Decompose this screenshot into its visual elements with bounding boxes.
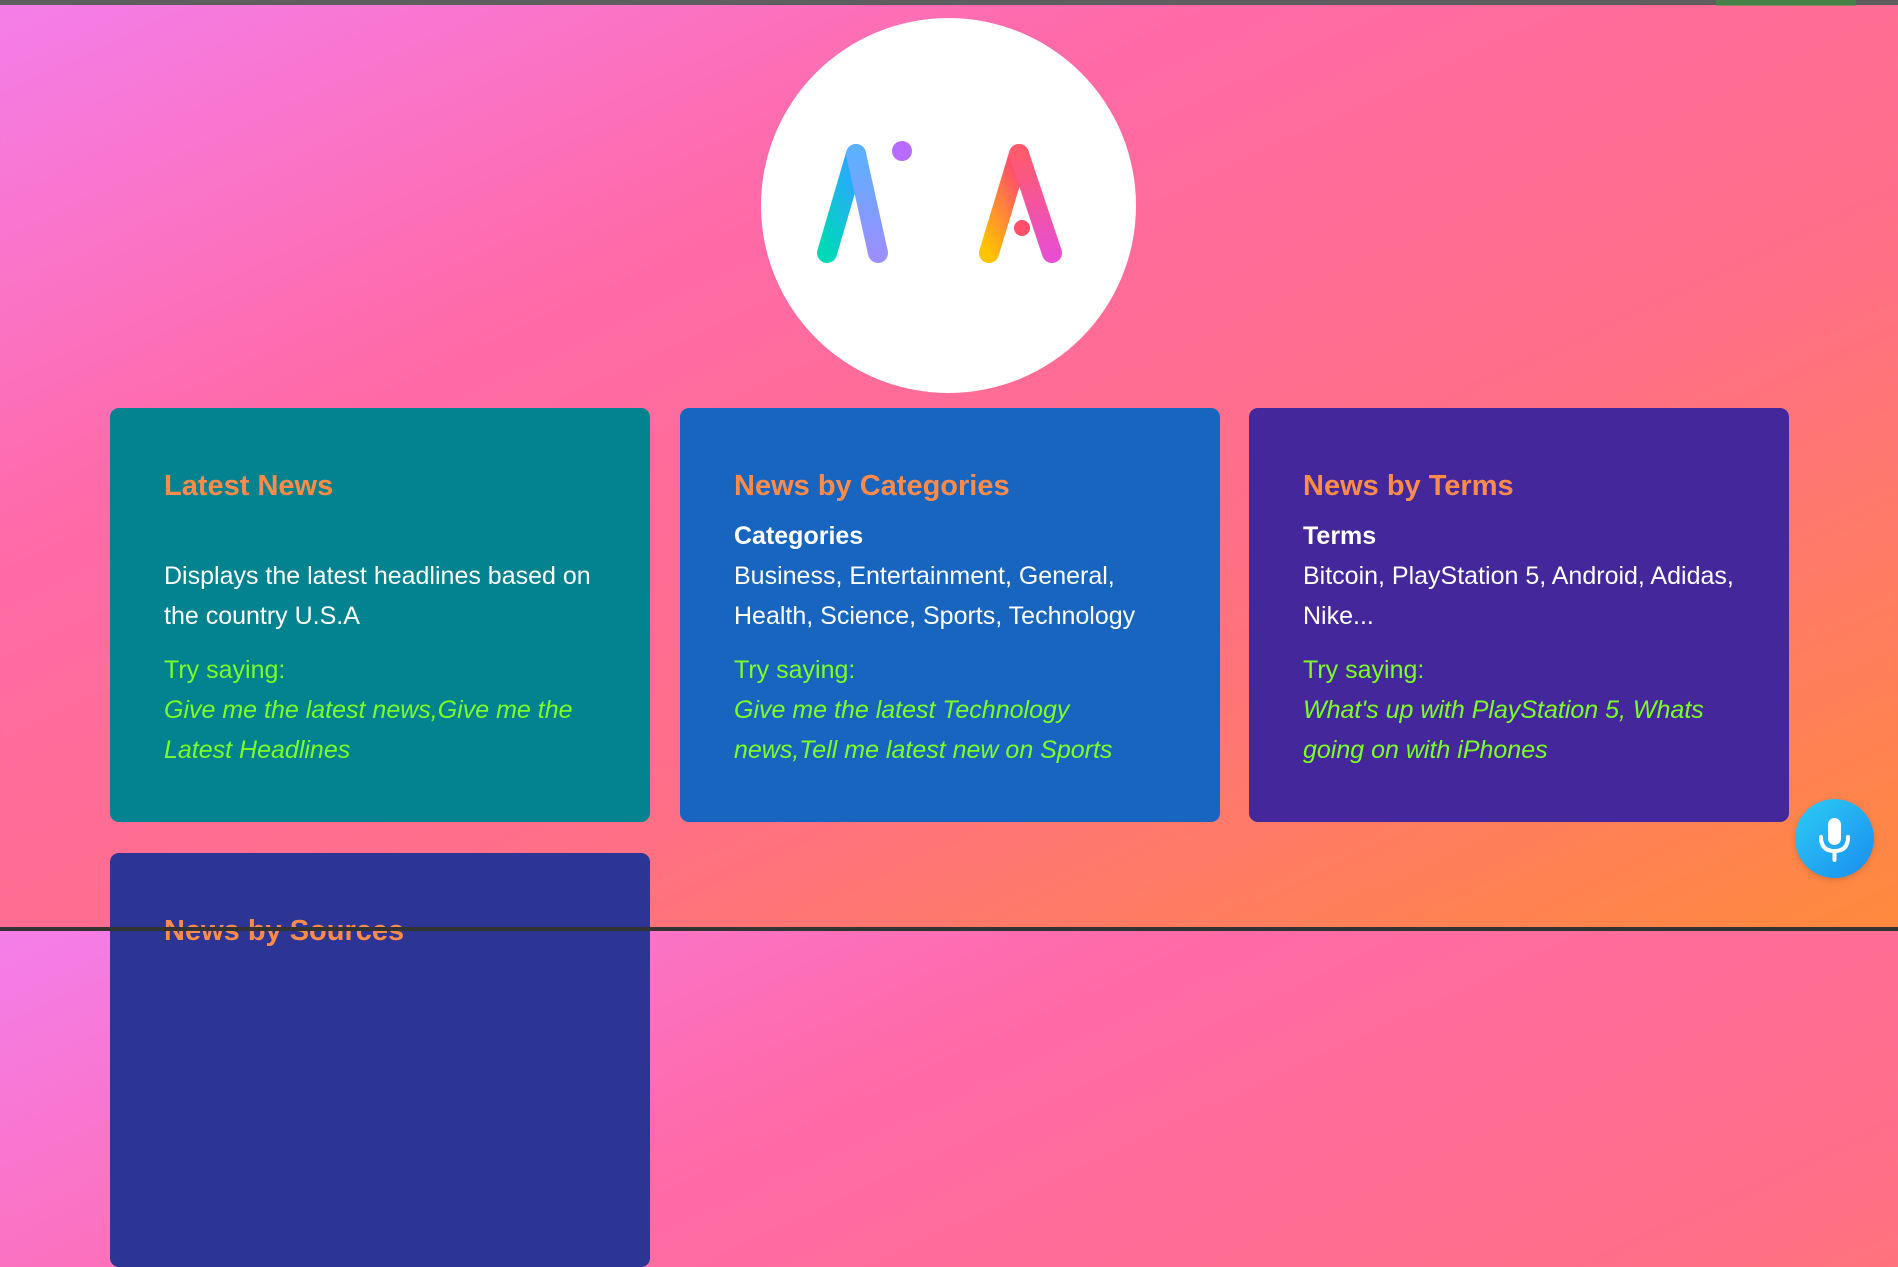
card-news-by-terms: News by Terms Terms Bitcoin, PlayStation… [1249,408,1789,822]
card-description: Displays the latest headlines based on t… [164,562,591,630]
try-saying-label: Try saying: [1303,656,1425,684]
card-description: Bitcoin, PlayStation 5, Android, Adidas,… [1303,562,1734,630]
card-subtitle [164,516,596,556]
card-title: News by Categories [734,470,1010,502]
try-saying-label: Try saying: [164,656,286,684]
try-saying-label: Try saying: [734,656,856,684]
try-saying-examples: Give me the latest Technology news,Tell … [734,696,1113,764]
card-title: News by Terms [1303,470,1514,502]
microphone-icon [1819,818,1850,862]
try-saying-examples: Give me the latest news,Give me the Late… [164,696,573,764]
voice-assistant-button[interactable] [1795,799,1874,878]
card-latest-news: Latest News Displays the latest headline… [110,408,650,822]
card-subtitle: Categories [734,522,864,550]
alan-ai-logo [761,18,1136,393]
try-saying-examples: What's up with PlayStation 5, Whats goin… [1303,696,1704,764]
window-top-border [0,0,1898,5]
window-bottom-border [0,927,1898,931]
corner-decoration [1716,0,1856,6]
card-description: Business, Entertainment, General, Health… [734,562,1136,630]
card-news-by-sources: News by Sources [110,853,650,1267]
card-title: Latest News [164,470,334,502]
card-subtitle: Terms [1303,522,1377,550]
card-news-by-categories: News by Categories Categories Business, … [680,408,1220,822]
card-title: News by Sources [164,915,405,947]
